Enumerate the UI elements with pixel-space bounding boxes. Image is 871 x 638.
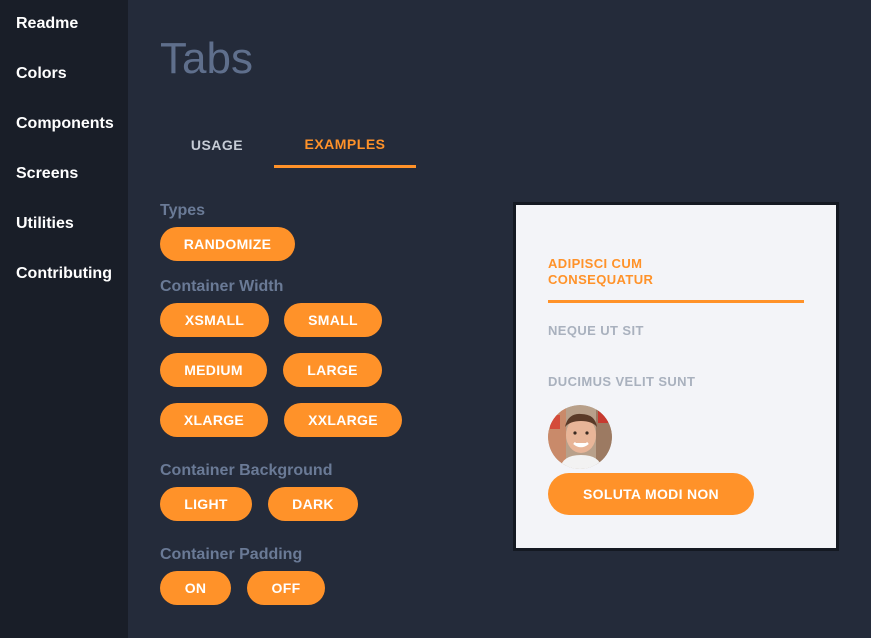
sidebar-item-contributing[interactable]: Contributing <box>16 264 112 284</box>
tab-examples[interactable]: EXAMPLES <box>274 122 416 168</box>
xsmall-button[interactable]: XSMALL <box>160 303 269 337</box>
small-button[interactable]: SMALL <box>284 303 382 337</box>
preview-panel: ADIPISCI CUM CONSEQUATUR NEQUE UT SIT DU… <box>513 202 839 551</box>
sidebar-item-readme[interactable]: Readme <box>16 14 78 34</box>
sidebar-item-colors[interactable]: Colors <box>16 64 67 84</box>
sidebar-item-screens[interactable]: Screens <box>16 164 78 184</box>
types-label: Types <box>160 202 206 219</box>
preview-tab-neque[interactable]: NEQUE UT SIT <box>548 323 644 339</box>
light-button[interactable]: LIGHT <box>160 487 252 521</box>
xxlarge-button[interactable]: XXLARGE <box>284 403 402 437</box>
sidebar-item-components[interactable]: Components <box>16 114 114 134</box>
avatar <box>548 405 612 469</box>
active-tab-indicator <box>548 300 804 303</box>
dark-button[interactable]: DARK <box>268 487 358 521</box>
preview-tab-ducimus[interactable]: DUCIMUS VELIT SUNT <box>548 374 695 390</box>
medium-button[interactable]: MEDIUM <box>160 353 267 387</box>
padding-off-button[interactable]: OFF <box>247 571 325 605</box>
page-title: Tabs <box>160 34 253 83</box>
preview-tab-adipisci[interactable]: ADIPISCI CUM CONSEQUATUR <box>548 256 708 288</box>
padding-on-button[interactable]: ON <box>160 571 231 605</box>
soluta-modi-non-button[interactable]: SOLUTA MODI NON <box>548 473 754 515</box>
randomize-button[interactable]: RANDOMIZE <box>160 227 295 261</box>
sidebar: Readme Colors Components Screens Utiliti… <box>0 0 128 638</box>
tab-usage[interactable]: USAGE <box>160 122 274 168</box>
xlarge-button[interactable]: XLARGE <box>160 403 268 437</box>
sidebar-item-utilities[interactable]: Utilities <box>16 214 74 234</box>
container-padding-label: Container Padding <box>160 546 303 563</box>
large-button[interactable]: LARGE <box>283 353 382 387</box>
container-width-label: Container Width <box>160 278 284 295</box>
container-background-label: Container Background <box>160 462 333 479</box>
